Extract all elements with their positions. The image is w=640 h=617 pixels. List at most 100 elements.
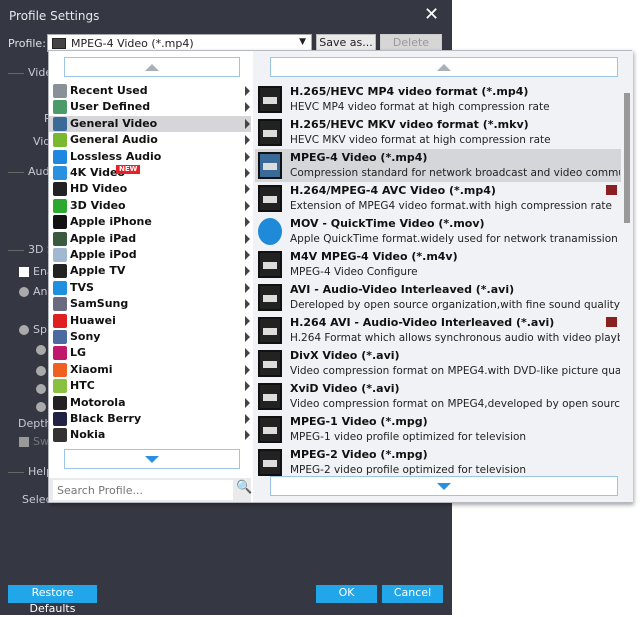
category-label: Apple TV [70,264,126,278]
profile-value: MPEG-4 Video (*.mp4) [71,37,194,50]
category-item[interactable]: LG [49,345,251,361]
divider [8,73,24,74]
scrollbar[interactable] [622,81,631,476]
format-item[interactable]: MOV - QuickTime Video (*.mov) Apple Quick… [255,215,621,248]
format-item[interactable]: MPEG-2 Video (*.mpg) MPEG-2 video profile… [255,446,621,479]
format-name: MPEG-4 Video (*.mp4) [290,151,428,164]
new-badge: NEW [116,165,141,174]
hd-icon [53,182,67,197]
format-scroll-up-button[interactable] [270,57,618,77]
category-label: Apple iPhone [70,215,152,229]
category-item[interactable]: Apple iPad [49,231,251,247]
category-item[interactable]: Xiaomi [49,362,251,378]
category-item[interactable]: Huawei [49,313,251,329]
format-description: Apple QuickTime format.widely used for n… [290,233,620,245]
radio[interactable] [19,325,29,335]
format-name: DivX Video (*.avi) [290,349,400,362]
film-icon [258,251,282,278]
radio[interactable] [36,384,46,394]
radio[interactable] [36,402,46,412]
format-item[interactable]: M4V MPEG-4 Video (*.m4v) MPEG-4 Video Con… [255,248,621,281]
category-scroll-up-button[interactable] [64,57,240,77]
category-item[interactable]: Motorola [49,395,251,411]
category-label: TVS [70,280,94,294]
chevron-right-icon [245,381,250,392]
category-item[interactable]: 4K Video NEW [49,165,251,181]
category-label: Apple iPad [70,231,137,245]
chevron-right-icon [245,184,250,195]
format-description: MPEG-2 video profile optimized for telev… [290,464,527,476]
format-item[interactable]: H.264/MPEG-4 AVC Video (*.mp4) Extension … [255,182,621,215]
gpu-acceleration-icon [606,317,617,327]
category-item[interactable]: Black Berry [49,411,251,427]
film-icon [258,119,282,146]
format-item[interactable]: H.265/HEVC MP4 video format (*.mp4) HEVC … [255,83,621,116]
category-label: General Audio [70,133,158,147]
search-input[interactable] [53,480,233,500]
category-scroll-down-button[interactable] [64,449,240,469]
film-icon [258,152,282,179]
bg-label: An [33,285,48,298]
enable-checkbox[interactable] [19,267,29,277]
chevron-right-icon [245,332,250,342]
chevron-right-icon [245,266,250,277]
restore-defaults-button[interactable]: Restore Defaults [8,585,97,615]
category-item[interactable]: HTC [49,378,251,394]
category-item[interactable]: SamSung [49,296,251,312]
arrow-down-icon [437,483,451,490]
format-item[interactable]: AVI - Audio-Video Interleaved (*.avi) Der… [255,281,621,314]
search-icon[interactable]: 🔍 [236,480,252,495]
category-item[interactable]: Lossless Audio [49,149,251,165]
gpu-acceleration-icon [606,185,617,195]
nokia-icon [53,428,67,443]
category-item[interactable]: General Video [49,115,251,133]
category-item[interactable]: Recent Used [49,83,251,99]
format-item[interactable]: MPEG-4 Video (*.mp4) Compression standard… [255,149,621,182]
format-item[interactable]: DivX Video (*.avi) Video compression form… [255,347,621,380]
chevron-down-icon: ▼ [299,37,306,47]
format-item[interactable]: XviD Video (*.avi) Video compression form… [255,380,621,413]
tv-icon [53,280,67,295]
format-name: H.265/HEVC MP4 video format (*.mp4) [290,85,529,98]
format-description: H.264 Format which allows synchronous au… [290,332,620,344]
chevron-right-icon [245,348,250,359]
category-item[interactable]: Apple iPhone [49,214,251,230]
category-item[interactable]: User Defined [49,99,251,115]
category-item[interactable]: 3D Video [49,198,251,214]
format-item[interactable]: H.265/HEVC MKV video format (*.mkv) HEVC … [255,116,621,149]
chevron-right-icon [245,397,250,408]
scrollbar-thumb[interactable] [624,93,630,223]
format-scroll-down-button[interactable] [270,476,618,496]
arrow-up-icon [437,64,451,71]
dialog-title: Profile Settings [9,9,100,23]
chevron-right-icon [245,86,250,96]
ok-button[interactable]: OK [316,585,377,603]
radio[interactable] [36,345,46,355]
lg-icon [53,346,67,361]
chevron-right-icon [245,299,250,310]
category-item[interactable]: Apple TV [49,263,251,279]
bg-label: Sp [33,323,47,336]
category-label: General Video [70,116,158,130]
cancel-button[interactable]: Cancel [382,585,443,603]
quicktime-icon [258,218,282,245]
format-item[interactable]: MPEG-1 Video (*.mpg) MPEG-1 video profile… [255,413,621,446]
film-icon [258,350,282,377]
category-label: SamSung [70,297,129,311]
category-item[interactable]: TVS [49,280,251,296]
radio[interactable] [19,287,29,297]
category-label: 3D Video [70,198,126,212]
samsung-icon [53,297,67,312]
category-item[interactable]: Apple iPod [49,247,251,263]
format-item[interactable]: H.264 AVI - Audio-Video Interleaved (*.a… [255,314,621,347]
profile-popup: Recent Used User Defined General Video Gene… [48,50,633,503]
swap-checkbox[interactable] [19,437,29,447]
category-item[interactable]: Sony [49,329,251,345]
close-icon[interactable]: ✕ [424,4,439,25]
category-item[interactable]: General Audio [49,132,251,148]
xiaomi-icon [53,362,67,377]
radio[interactable] [36,366,46,376]
category-item[interactable]: HD Video [49,181,251,197]
format-description: HEVC MKV video format at high compressio… [290,134,551,146]
category-item[interactable]: Nokia [49,427,251,443]
